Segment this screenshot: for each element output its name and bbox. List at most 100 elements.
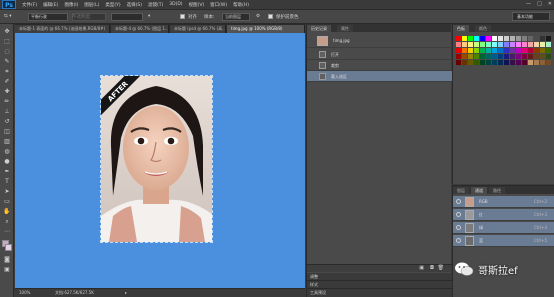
- history-row-open[interactable]: 打开: [307, 49, 452, 60]
- color-swatch[interactable]: [492, 54, 497, 59]
- channel-green[interactable]: 绿 Ctrl+4: [453, 222, 554, 234]
- shape-tool-icon[interactable]: ▭: [3, 198, 11, 206]
- menu-file[interactable]: 文件(F): [22, 2, 37, 8]
- history-brush-tool-icon[interactable]: ↺: [3, 118, 11, 126]
- color-swatch[interactable]: [534, 36, 539, 41]
- color-swatch[interactable]: [480, 42, 485, 47]
- tab-swatches[interactable]: 色板: [453, 25, 469, 32]
- channel-rgb[interactable]: RGB Ctrl+2: [453, 196, 554, 208]
- color-swatch[interactable]: [498, 60, 503, 65]
- hand-tool-icon[interactable]: ✋: [3, 208, 11, 216]
- color-swatch[interactable]: [516, 36, 521, 41]
- more-tools-icon[interactable]: ⋯: [3, 228, 11, 236]
- color-swatch[interactable]: [480, 54, 485, 59]
- color-swatch[interactable]: [462, 60, 467, 65]
- color-swatch[interactable]: [528, 60, 533, 65]
- dodge-tool-icon[interactable]: ●: [3, 158, 11, 166]
- color-swatch[interactable]: [504, 36, 509, 41]
- crop-tool-icon[interactable]: ⌗: [3, 68, 11, 76]
- color-swatch[interactable]: [504, 48, 509, 53]
- color-swatch[interactable]: [498, 54, 503, 59]
- color-swatch[interactable]: [540, 48, 545, 53]
- color-swatch[interactable]: [468, 60, 473, 65]
- color-swatch[interactable]: [486, 42, 491, 47]
- align-checkbox[interactable]: [180, 14, 185, 19]
- doc-tab-1[interactable]: 未标题-1 表面的 @ 66.7% (油画效果,RGB/8#): [15, 25, 110, 33]
- color-swatch[interactable]: [486, 48, 491, 53]
- channel-red[interactable]: 红 Ctrl+3: [453, 209, 554, 221]
- history-snapshot[interactable]: timg.jpg: [307, 34, 452, 48]
- color-swatch[interactable]: [522, 48, 527, 53]
- zoom-tool-icon[interactable]: ⌕: [3, 218, 11, 226]
- color-swatch[interactable]: [546, 54, 551, 59]
- move-tool-icon[interactable]: ✥: [3, 28, 11, 36]
- color-swatch[interactable]: [462, 42, 467, 47]
- eye-icon[interactable]: [456, 225, 461, 230]
- protect-checkbox[interactable]: [268, 14, 273, 19]
- tool-preset-icon[interactable]: ⇆ ▾: [4, 14, 11, 19]
- eye-icon[interactable]: [456, 238, 461, 243]
- minimize-button[interactable]: —: [526, 1, 531, 7]
- delete-icon[interactable]: 🗑: [438, 265, 444, 271]
- blur-tool-icon[interactable]: ◍: [3, 148, 11, 156]
- eyedropper-tool-icon[interactable]: ✐: [3, 78, 11, 86]
- eraser-tool-icon[interactable]: ◫: [3, 128, 11, 136]
- color-swatch[interactable]: [456, 36, 461, 41]
- color-swatch[interactable]: [510, 48, 515, 53]
- color-swatch[interactable]: [474, 54, 479, 59]
- color-swatch[interactable]: [498, 48, 503, 53]
- history-row-crop[interactable]: 裁剪: [307, 60, 452, 71]
- channel-blue[interactable]: 蓝 Ctrl+5: [453, 235, 554, 247]
- tab-layers[interactable]: 图层: [453, 187, 469, 194]
- color-swatch[interactable]: [498, 36, 503, 41]
- workspace-select[interactable]: 基本功能: [512, 12, 550, 21]
- color-swatch[interactable]: [456, 48, 461, 53]
- color-swatch[interactable]: [510, 60, 515, 65]
- color-swatch[interactable]: [534, 48, 539, 53]
- history-row-load-selection[interactable]: 载入选区: [307, 71, 452, 82]
- color-swatch[interactable]: [462, 54, 467, 59]
- color-swatch[interactable]: [456, 42, 461, 47]
- color-swatch[interactable]: [468, 42, 473, 47]
- color-swatch[interactable]: [516, 42, 521, 47]
- eye-icon[interactable]: [456, 199, 461, 204]
- color-swatch[interactable]: [540, 54, 545, 59]
- color-swatch[interactable]: [522, 36, 527, 41]
- menu-filter[interactable]: 滤镜(T): [148, 2, 163, 8]
- quick-mask-icon[interactable]: ◙: [3, 256, 11, 264]
- tab-color[interactable]: 颜色: [475, 25, 491, 32]
- menu-view[interactable]: 视图(V): [189, 2, 205, 8]
- canvas-area[interactable]: AFTER: [15, 33, 305, 288]
- color-swatch[interactable]: [546, 42, 551, 47]
- color-swatch[interactable]: [522, 54, 527, 59]
- doc-tab-2[interactable]: 未标题-4 @ 66.7% (图层 1...: [111, 25, 169, 33]
- color-swatch[interactable]: [462, 48, 467, 53]
- new-document-icon[interactable]: ▣: [419, 265, 424, 271]
- clone-stamp-tool-icon[interactable]: ⊥: [3, 108, 11, 116]
- color-swatch[interactable]: [516, 60, 521, 65]
- menu-select[interactable]: 选择(S): [127, 2, 142, 8]
- color-swatch[interactable]: [540, 36, 545, 41]
- color-swatch[interactable]: [474, 48, 479, 53]
- doc-tab-3[interactable]: 未标题 (psd @ 66.7% (高...: [170, 25, 226, 33]
- color-swatch[interactable]: [546, 36, 551, 41]
- color-swatch[interactable]: [468, 36, 473, 41]
- color-swatch[interactable]: [480, 48, 485, 53]
- color-swatch[interactable]: [504, 60, 509, 65]
- color-swatch[interactable]: [474, 60, 479, 65]
- color-swatch[interactable]: [528, 54, 533, 59]
- color-swatch[interactable]: [456, 60, 461, 65]
- color-swatch[interactable]: [486, 60, 491, 65]
- color-swatch[interactable]: [510, 36, 515, 41]
- brush-tool-icon[interactable]: ✏: [3, 98, 11, 106]
- status-menu-arrow-icon[interactable]: ▸: [125, 289, 127, 297]
- maximize-button[interactable]: □: [537, 1, 542, 7]
- menu-window[interactable]: 窗口(W): [210, 2, 227, 8]
- tab-properties[interactable]: 属性: [337, 25, 353, 32]
- color-swatch[interactable]: [492, 42, 497, 47]
- menu-help[interactable]: 帮助(H): [233, 2, 249, 8]
- color-swatch[interactable]: [510, 54, 515, 59]
- marquee-tool-icon[interactable]: ⬚: [3, 38, 11, 46]
- styles-tab[interactable]: 样式: [307, 281, 452, 289]
- tool-presets-tab[interactable]: 工具预设: [307, 289, 452, 297]
